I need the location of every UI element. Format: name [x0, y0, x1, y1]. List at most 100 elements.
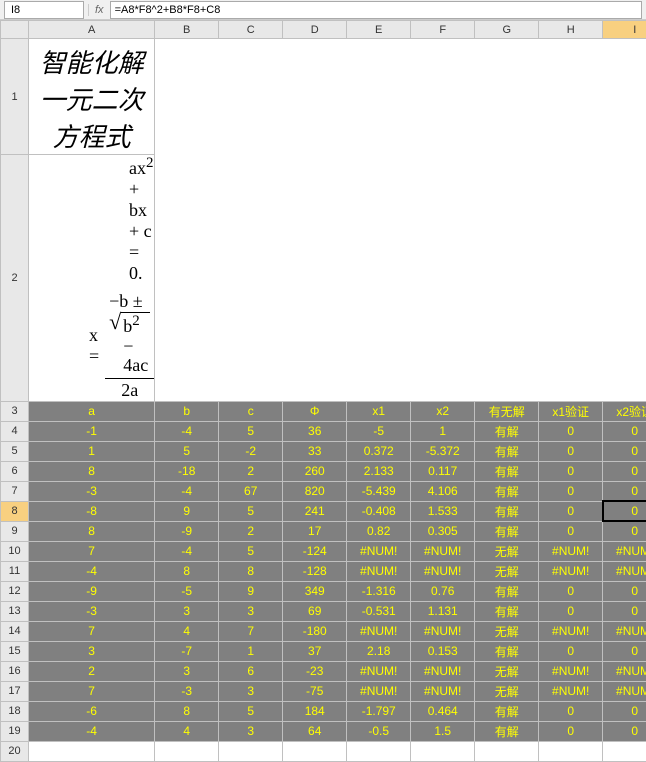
cell-D19[interactable]: 64: [283, 721, 347, 741]
cell-A19[interactable]: -4: [29, 721, 155, 741]
equation-cell[interactable]: ax2 + bx + c = 0. x = −b ± √b2 − 4ac 2a: [29, 155, 155, 402]
header-C[interactable]: c: [219, 401, 283, 421]
cell-G19[interactable]: 有解: [475, 721, 539, 741]
cell-F12[interactable]: 0.76: [411, 581, 475, 601]
cell-I18[interactable]: 0: [603, 701, 646, 721]
cell-E6[interactable]: 2.133: [347, 461, 411, 481]
row-header-15[interactable]: 15: [1, 641, 29, 661]
cell-D17[interactable]: -75: [283, 681, 347, 701]
cell-D12[interactable]: 349: [283, 581, 347, 601]
cell-A5[interactable]: 1: [29, 441, 155, 461]
cell-A20[interactable]: [29, 741, 155, 761]
cell-E19[interactable]: -0.5: [347, 721, 411, 741]
cell-C7[interactable]: 67: [219, 481, 283, 501]
cell-H4[interactable]: 0: [539, 421, 603, 441]
cell-H19[interactable]: 0: [539, 721, 603, 741]
cell-G16[interactable]: 无解: [475, 661, 539, 681]
cell-E11[interactable]: #NUM!: [347, 561, 411, 581]
cell-E13[interactable]: -0.531: [347, 601, 411, 621]
cell-A13[interactable]: -3: [29, 601, 155, 621]
header-D[interactable]: Φ: [283, 401, 347, 421]
cell-C14[interactable]: 7: [219, 621, 283, 641]
cell-I4[interactable]: 0: [603, 421, 646, 441]
cell-D9[interactable]: 17: [283, 521, 347, 541]
cell-B11[interactable]: 8: [155, 561, 219, 581]
cell-H10[interactable]: #NUM!: [539, 541, 603, 561]
cell-A12[interactable]: -9: [29, 581, 155, 601]
cell-A6[interactable]: 8: [29, 461, 155, 481]
cell-A14[interactable]: 7: [29, 621, 155, 641]
cell-C19[interactable]: 3: [219, 721, 283, 741]
cell-B19[interactable]: 4: [155, 721, 219, 741]
cell-I5[interactable]: 0: [603, 441, 646, 461]
cell-F6[interactable]: 0.117: [411, 461, 475, 481]
row-header-14[interactable]: 14: [1, 621, 29, 641]
cell-I6[interactable]: 0: [603, 461, 646, 481]
cell-E15[interactable]: 2.18: [347, 641, 411, 661]
cell-H6[interactable]: 0: [539, 461, 603, 481]
cell-D18[interactable]: 184: [283, 701, 347, 721]
cell-B7[interactable]: -4: [155, 481, 219, 501]
cell-E10[interactable]: #NUM!: [347, 541, 411, 561]
cell-C16[interactable]: 6: [219, 661, 283, 681]
formula-input[interactable]: [110, 1, 642, 19]
cell-C4[interactable]: 5: [219, 421, 283, 441]
row-header-7[interactable]: 7: [1, 481, 29, 501]
cell-G7[interactable]: 有解: [475, 481, 539, 501]
cell-D4[interactable]: 36: [283, 421, 347, 441]
cell-A18[interactable]: -6: [29, 701, 155, 721]
cell-H9[interactable]: 0: [539, 521, 603, 541]
cell-I14[interactable]: #NUM!: [603, 621, 646, 641]
header-E[interactable]: x1: [347, 401, 411, 421]
row-header-6[interactable]: 6: [1, 461, 29, 481]
cell-E4[interactable]: -5: [347, 421, 411, 441]
cell-B18[interactable]: 8: [155, 701, 219, 721]
cell-I15[interactable]: 0: [603, 641, 646, 661]
cell-H13[interactable]: 0: [539, 601, 603, 621]
row-header-19[interactable]: 19: [1, 721, 29, 741]
header-G[interactable]: 有无解: [475, 401, 539, 421]
cell-F5[interactable]: -5.372: [411, 441, 475, 461]
cell-B13[interactable]: 3: [155, 601, 219, 621]
cell-D6[interactable]: 260: [283, 461, 347, 481]
cell-G8[interactable]: 有解: [475, 501, 539, 521]
cell-B8[interactable]: 9: [155, 501, 219, 521]
cell-F10[interactable]: #NUM!: [411, 541, 475, 561]
cell-A9[interactable]: 8: [29, 521, 155, 541]
cell-E8[interactable]: -0.408: [347, 501, 411, 521]
row-header-1[interactable]: 1: [1, 39, 29, 155]
cell-B10[interactable]: -4: [155, 541, 219, 561]
cell-F17[interactable]: #NUM!: [411, 681, 475, 701]
cell-A11[interactable]: -4: [29, 561, 155, 581]
cell-B6[interactable]: -18: [155, 461, 219, 481]
col-header-D[interactable]: D: [283, 21, 347, 39]
cell-B12[interactable]: -5: [155, 581, 219, 601]
row-header-17[interactable]: 17: [1, 681, 29, 701]
cell-D16[interactable]: -23: [283, 661, 347, 681]
cell-H12[interactable]: 0: [539, 581, 603, 601]
cell-E18[interactable]: -1.797: [347, 701, 411, 721]
cell-I10[interactable]: #NUM!: [603, 541, 646, 561]
cell-B16[interactable]: 3: [155, 661, 219, 681]
cell-E14[interactable]: #NUM!: [347, 621, 411, 641]
cell-G18[interactable]: 有解: [475, 701, 539, 721]
cell-H16[interactable]: #NUM!: [539, 661, 603, 681]
cell-G15[interactable]: 有解: [475, 641, 539, 661]
title-cell[interactable]: 智能化解一元二次方程式: [29, 39, 155, 155]
cell-C20[interactable]: [219, 741, 283, 761]
cell-F8[interactable]: 1.533: [411, 501, 475, 521]
select-all-corner[interactable]: [1, 21, 29, 39]
col-header-B[interactable]: B: [155, 21, 219, 39]
row-header-16[interactable]: 16: [1, 661, 29, 681]
cell-I16[interactable]: #NUM!: [603, 661, 646, 681]
cell-F9[interactable]: 0.305: [411, 521, 475, 541]
cell-C15[interactable]: 1: [219, 641, 283, 661]
row-header-9[interactable]: 9: [1, 521, 29, 541]
cell-B20[interactable]: [155, 741, 219, 761]
cell-C13[interactable]: 3: [219, 601, 283, 621]
cell-E7[interactable]: -5.439: [347, 481, 411, 501]
cell-I20[interactable]: [603, 741, 646, 761]
cell-C8[interactable]: 5: [219, 501, 283, 521]
col-header-A[interactable]: A: [29, 21, 155, 39]
col-header-G[interactable]: G: [475, 21, 539, 39]
